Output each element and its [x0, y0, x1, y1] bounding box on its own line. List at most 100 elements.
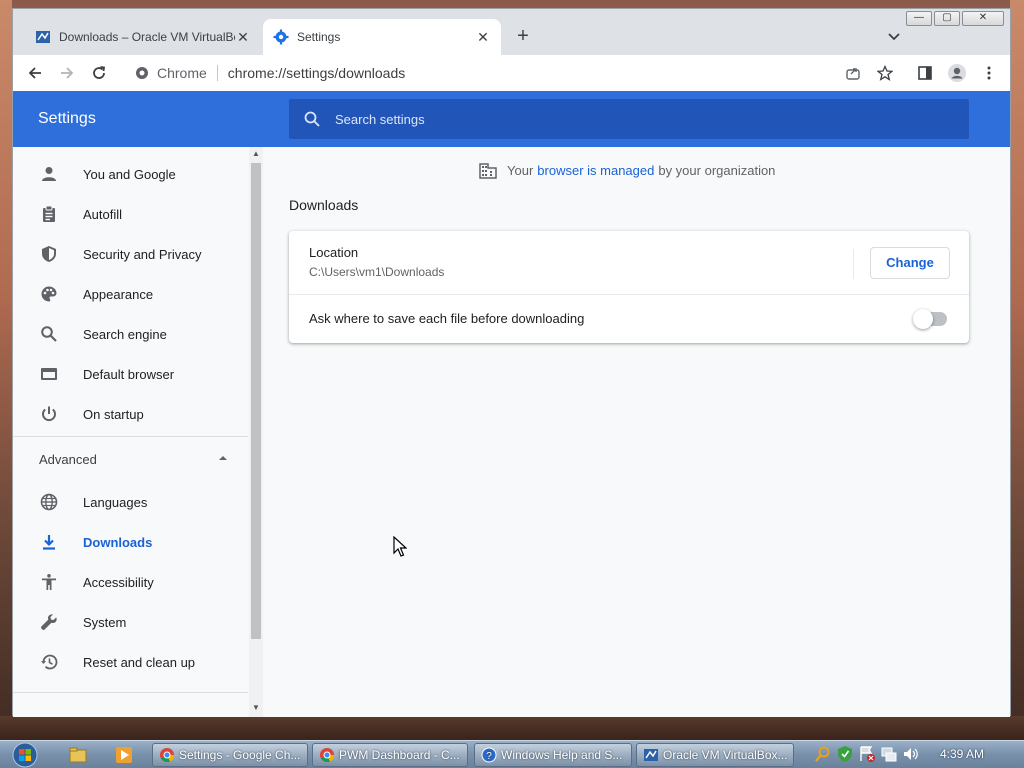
scrollbar-thumb[interactable]	[251, 163, 261, 639]
managed-suffix: by your organization	[658, 162, 776, 178]
search-icon	[304, 111, 320, 127]
sidebar-item-security-and-privacy[interactable]: Security and Privacy	[13, 234, 248, 274]
palette-icon	[39, 284, 59, 304]
omnibox-site-label: Chrome	[157, 65, 218, 81]
sidebar-item-default-browser[interactable]: Default browser	[13, 354, 248, 394]
taskbar-item-label: Windows Help and S...	[501, 748, 623, 762]
location-value: C:\Users\vm1\Downloads	[309, 265, 445, 279]
close-window-button[interactable]: ✕	[962, 11, 1004, 26]
chevron-up-icon	[219, 456, 227, 460]
sidebar-item-downloads[interactable]: Downloads	[13, 522, 248, 562]
taskbar-clock[interactable]: 4:39 AM	[940, 747, 984, 761]
search-tray-icon[interactable]	[814, 745, 832, 763]
volume-icon[interactable]	[902, 745, 920, 763]
start-button[interactable]	[8, 742, 42, 768]
managed-prefix: Your	[507, 162, 534, 178]
toggle-knob	[913, 309, 933, 329]
sidebar-item-you-and-google[interactable]: You and Google	[13, 154, 248, 194]
browser-toolbar: Chrome chrome://settings/downloads	[13, 55, 1010, 91]
taskbar-item-virtualbox[interactable]: Oracle VM VirtualBox...	[636, 743, 794, 767]
sidebar-item-label: Autofill	[83, 206, 123, 222]
sidebar-item-label: Default browser	[83, 366, 175, 382]
sidebar-item-reset-and-clean-up[interactable]: Reset and clean up	[13, 642, 248, 682]
accessibility-icon	[39, 572, 59, 592]
shield-tray-icon[interactable]	[836, 745, 854, 763]
tab-settings[interactable]: Settings ✕	[263, 19, 501, 55]
taskbar-item-settings[interactable]: Settings - Google Ch...	[152, 743, 308, 767]
network-icon[interactable]	[880, 745, 898, 763]
chrome-menu-button[interactable]	[975, 59, 1003, 87]
sidebar-item-label: Appearance	[83, 286, 154, 302]
sidebar-item-search-engine[interactable]: Search engine	[13, 314, 248, 354]
omnibox-url[interactable]: chrome://settings/downloads	[228, 65, 405, 81]
sidebar-item-label: System	[83, 614, 127, 630]
minimize-button[interactable]: —	[906, 11, 932, 26]
power-icon	[39, 404, 59, 424]
taskbar-item-pwm-dashboard[interactable]: PWM Dashboard - C...	[312, 743, 468, 767]
person-icon	[39, 164, 59, 184]
chrome-icon	[320, 748, 335, 763]
reload-icon	[93, 66, 106, 79]
tab-virtualbox-downloads[interactable]: Downloads – Oracle VM VirtualBox ✕	[25, 19, 261, 55]
virtualbox-icon	[36, 31, 50, 43]
taskbar-item-label: PWM Dashboard - C...	[339, 748, 460, 762]
media-player-icon[interactable]	[114, 745, 134, 765]
globe-icon	[39, 492, 59, 512]
search-placeholder: Search settings	[335, 111, 425, 127]
sidebar-item-label: Search engine	[83, 326, 167, 342]
tab-label: Downloads – Oracle VM VirtualBox	[59, 30, 235, 44]
sidebar-item-languages[interactable]: Languages	[13, 482, 248, 522]
file-explorer-icon[interactable]	[68, 745, 88, 765]
building-icon	[479, 163, 497, 179]
avatar-icon	[948, 64, 966, 82]
sidebar-item-appearance[interactable]: Appearance	[13, 274, 248, 314]
sidebar-item-autofill[interactable]: Autofill	[13, 194, 248, 234]
new-tab-button[interactable]: +	[511, 25, 535, 49]
profile-button[interactable]	[943, 59, 971, 87]
advanced-label: Advanced	[39, 452, 97, 467]
tab-strip: — ▢ ✕ Downloads – Oracle VM VirtualBox ✕…	[13, 9, 1010, 55]
system-tray	[814, 745, 920, 763]
desktop-background-left	[0, 0, 12, 740]
ask-where-row[interactable]: Ask where to save each file before downl…	[289, 295, 969, 343]
search-settings-input[interactable]: Search settings	[289, 99, 969, 139]
sidebar-item-accessibility[interactable]: Accessibility	[13, 562, 248, 602]
scroll-down-icon[interactable]: ▼	[252, 703, 260, 712]
maximize-button[interactable]: ▢	[934, 11, 960, 26]
sidebar-item-label: On startup	[83, 406, 144, 422]
restore-icon	[39, 652, 59, 672]
ask-where-toggle[interactable]	[913, 309, 947, 329]
scroll-up-icon[interactable]: ▲	[252, 149, 260, 158]
back-button[interactable]	[21, 59, 49, 87]
close-tab-icon[interactable]: ✕	[475, 29, 491, 46]
sidebar-item-system[interactable]: System	[13, 602, 248, 642]
sidebar-item-label: Security and Privacy	[83, 246, 202, 262]
location-row: Location C:\Users\vm1\Downloads Change	[289, 231, 969, 295]
chevron-down-icon[interactable]	[885, 27, 903, 45]
taskbar-item-label: Settings - Google Ch...	[179, 748, 301, 762]
chrome-icon	[160, 748, 175, 763]
address-bar[interactable]: Chrome chrome://settings/downloads	[125, 59, 851, 87]
forward-button[interactable]	[53, 59, 81, 87]
sidebar-advanced-toggle[interactable]: Advanced	[39, 452, 229, 472]
share-icon	[846, 68, 860, 80]
sidebar-item-label: Downloads	[83, 534, 153, 550]
sidebar-scrollbar[interactable]: ▲ ▼	[249, 147, 263, 717]
shield-icon	[39, 244, 59, 264]
managed-link[interactable]: browser is managed	[537, 163, 654, 178]
close-tab-icon[interactable]: ✕	[235, 29, 251, 46]
bookmark-button[interactable]	[871, 59, 899, 87]
sidebar-item-label: Reset and clean up	[83, 654, 196, 670]
sidebar-item-on-startup[interactable]: On startup	[13, 394, 248, 434]
share-button[interactable]	[839, 59, 867, 87]
action-center-icon[interactable]	[858, 745, 876, 763]
change-location-button[interactable]: Change	[870, 247, 950, 279]
window-controls: — ▢ ✕	[906, 11, 1004, 26]
sidebar-item-label: Languages	[83, 494, 148, 510]
reload-button[interactable]	[85, 59, 113, 87]
side-panel-button[interactable]	[911, 59, 939, 87]
desktop-background-right	[1010, 0, 1024, 740]
chrome-icon	[136, 67, 148, 79]
taskbar-item-windows-help[interactable]: ? Windows Help and S...	[474, 743, 632, 767]
wrench-icon	[39, 612, 59, 632]
